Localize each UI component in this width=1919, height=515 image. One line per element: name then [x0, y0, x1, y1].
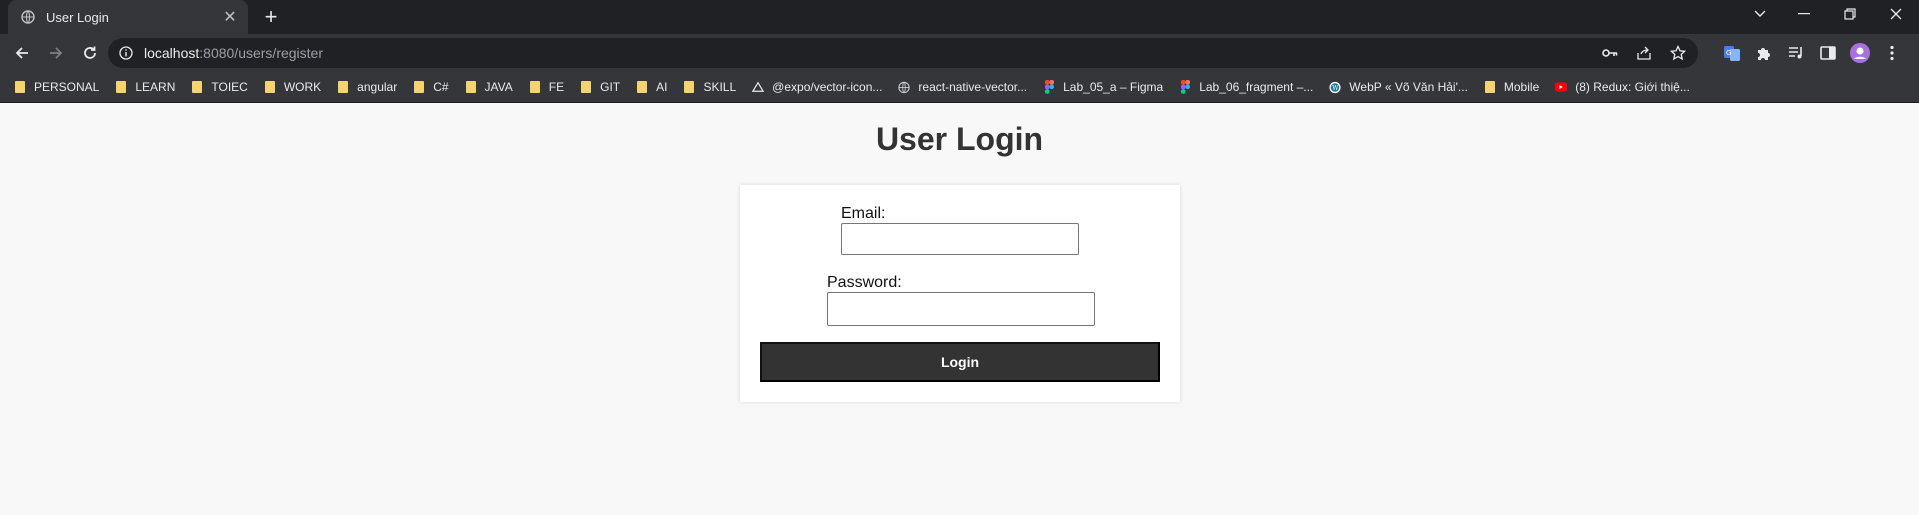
- folder-icon: [580, 80, 592, 94]
- svg-text:W: W: [1333, 85, 1340, 92]
- folder-icon: [636, 80, 648, 94]
- bookmark-item[interactable]: SKILL: [683, 80, 736, 94]
- bookmark-label: GIT: [600, 80, 621, 94]
- forward-icon[interactable]: [42, 39, 70, 67]
- back-icon[interactable]: [8, 39, 36, 67]
- site-info-icon[interactable]: [118, 45, 134, 61]
- expo-icon: [752, 80, 765, 94]
- folder-icon: [413, 80, 425, 94]
- bookmark-label: Lab_05_a – Figma: [1063, 80, 1164, 94]
- bookmark-item[interactable]: W WebP « Võ Văn Hải'...: [1329, 80, 1468, 94]
- figma-icon: [1179, 80, 1191, 94]
- bookmark-item[interactable]: (8) Redux: Giới thiệ...: [1555, 80, 1690, 94]
- bookmark-item[interactable]: PERSONAL: [14, 80, 99, 94]
- bookmark-label: FE: [548, 80, 565, 94]
- bookmark-label: PERSONAL: [34, 80, 100, 94]
- bookmark-item[interactable]: JAVA: [465, 80, 513, 94]
- bookmark-item[interactable]: FE: [529, 80, 564, 94]
- restore-icon[interactable]: [1827, 0, 1873, 28]
- bookmark-item[interactable]: Mobile: [1484, 80, 1539, 94]
- media-control-icon[interactable]: [1786, 43, 1806, 63]
- tab-title: User Login: [46, 9, 109, 25]
- share-icon[interactable]: [1634, 43, 1654, 63]
- bookmark-label: WebP « Võ Văn Hải'...: [1349, 80, 1468, 94]
- globe-icon: [20, 9, 36, 25]
- bookmark-item[interactable]: LEARN: [115, 80, 175, 94]
- bookmarks-bar: PERSONAL LEARN TOIEC WORK angular C# JAVA FE GIT…: [0, 72, 1919, 103]
- new-tab-icon[interactable]: +: [258, 4, 284, 30]
- globe-icon: [898, 80, 911, 94]
- address-bar[interactable]: localhost:8080/users/register: [108, 38, 1698, 68]
- bookmark-item[interactable]: angular: [337, 80, 397, 94]
- bookmark-star-icon[interactable]: [1668, 43, 1688, 63]
- email-field[interactable]: [841, 223, 1079, 255]
- bookmark-item[interactable]: Lab_06_fragment –...: [1179, 80, 1313, 94]
- bookmark-item[interactable]: TOIEC: [191, 80, 248, 94]
- bookmark-item[interactable]: C#: [413, 80, 449, 94]
- folder-icon: [337, 80, 349, 94]
- folder-icon: [465, 80, 477, 94]
- translate-extension-icon[interactable]: G: [1722, 43, 1742, 63]
- side-panel-icon[interactable]: [1818, 43, 1838, 63]
- login-form: Email: Password: Login: [740, 185, 1180, 402]
- email-label: Email:: [841, 205, 886, 222]
- bookmark-label: LEARN: [135, 80, 176, 94]
- bookmark-label: AI: [656, 80, 668, 94]
- bookmark-item[interactable]: react-native-vector...: [898, 80, 1027, 94]
- key-icon[interactable]: [1600, 43, 1620, 63]
- folder-icon: [1484, 80, 1496, 94]
- url-host: localhost: [144, 45, 200, 61]
- toolbar: localhost:8080/users/register G: [0, 34, 1919, 72]
- bookmark-label: @expo/vector-icon...: [772, 80, 883, 94]
- folder-icon: [529, 80, 541, 94]
- bookmark-label: C#: [433, 80, 449, 94]
- browser-chrome: User Login ✕ + localhost:8080/users/regi…: [0, 0, 1919, 103]
- login-button[interactable]: Login: [760, 342, 1160, 382]
- bookmark-label: JAVA: [484, 80, 513, 94]
- bookmark-label: (8) Redux: Giới thiệ...: [1575, 80, 1690, 94]
- page-content: User Login Email: Password: Login: [0, 103, 1919, 510]
- folder-icon: [264, 80, 276, 94]
- bookmark-label: TOIEC: [211, 80, 248, 94]
- page-title: User Login: [875, 121, 1044, 157]
- tab-close-icon[interactable]: ✕: [220, 7, 240, 27]
- url-path: :8080/users/register: [199, 45, 323, 61]
- bookmark-label: Lab_06_fragment –...: [1199, 80, 1314, 94]
- figma-icon: [1043, 80, 1055, 94]
- svg-text:G: G: [1726, 49, 1731, 57]
- youtube-icon: [1555, 80, 1568, 94]
- menu-kebab-icon[interactable]: [1882, 43, 1902, 63]
- bookmark-item[interactable]: Lab_05_a – Figma: [1043, 80, 1163, 94]
- folder-icon: [115, 80, 127, 94]
- bookmark-label: WORK: [283, 80, 322, 94]
- tab-user-login[interactable]: User Login ✕: [8, 0, 248, 34]
- bookmark-item[interactable]: WORK: [264, 80, 321, 94]
- bookmark-label: SKILL: [703, 80, 737, 94]
- bookmark-label: react-native-vector...: [918, 80, 1028, 94]
- folder-icon: [14, 80, 26, 94]
- profile-avatar[interactable]: [1850, 43, 1870, 63]
- tab-search-icon[interactable]: [1737, 0, 1783, 28]
- bookmark-item[interactable]: GIT: [580, 80, 620, 94]
- bookmark-item[interactable]: @expo/vector-icon...: [752, 80, 882, 94]
- url-text: localhost:8080/users/register: [144, 45, 323, 61]
- bookmark-label: Mobile: [1503, 80, 1540, 94]
- folder-icon: [191, 80, 203, 94]
- wordpress-icon: W: [1329, 80, 1341, 94]
- folder-icon: [683, 80, 695, 94]
- minimize-icon[interactable]: [1781, 0, 1827, 28]
- bookmark-label: angular: [357, 80, 398, 94]
- extensions-icon[interactable]: [1754, 43, 1774, 63]
- password-field[interactable]: [827, 292, 1095, 326]
- tab-strip: User Login ✕ +: [0, 0, 1919, 34]
- bookmark-item[interactable]: AI: [636, 80, 667, 94]
- close-window-icon[interactable]: [1873, 0, 1919, 28]
- password-label: Password:: [827, 274, 902, 291]
- reload-icon[interactable]: [76, 39, 104, 67]
